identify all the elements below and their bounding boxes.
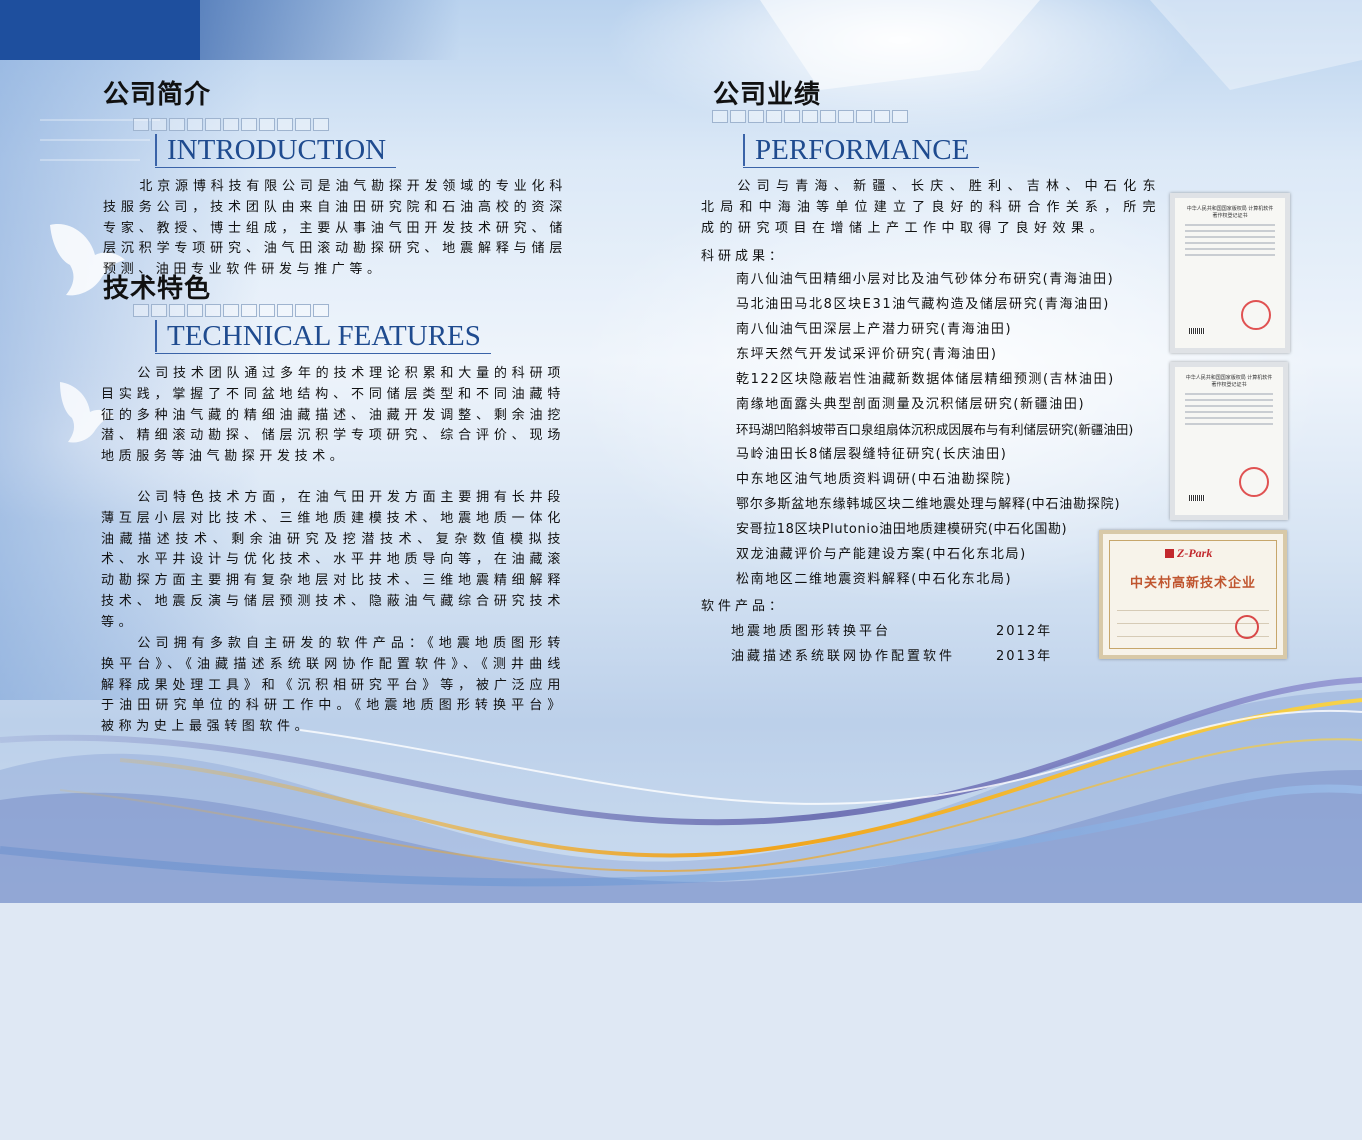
list-item: 安哥拉18区块Plutonio油田地质建模研究(中石化国勘) [736, 522, 1068, 537]
features-title-en: TECHNICAL FEATURES [155, 320, 491, 354]
list-item: 南缘地面露头典型剖面测量及沉积储层研究(新疆油田) [736, 397, 1086, 412]
decorative-boxes [133, 304, 329, 317]
list-item: 东坪天然气开发试采评价研究(青海油田) [736, 347, 998, 362]
intro-title-zh: 公司简介 [103, 80, 212, 110]
seal-icon [1241, 300, 1271, 330]
copyright-certificate: 中华人民共和国国家版权局 计算机软件著作权登记证书 [1170, 362, 1288, 520]
seal-icon [1235, 615, 1259, 639]
software-year: 2012年 [996, 624, 1053, 639]
seal-icon [1239, 467, 1269, 497]
decorative-boxes [133, 118, 329, 131]
corner-band [0, 0, 460, 60]
list-item: 松南地区二维地震资料解释(中石化东北局) [736, 572, 1013, 587]
award-title: 中关村高新技术企业 [1129, 576, 1256, 591]
software-year: 2013年 [996, 649, 1053, 664]
list-item: 鄂尔多斯盆地东缘韩城区块二维地震处理与解释(中石油勘探院) [736, 497, 1121, 512]
list-item: 环玛湖凹陷斜坡带百口泉组扇体沉积成因展布与有利储层研究(新疆油田) [736, 422, 1134, 437]
list-item: 马北油田马北8区块E31油气藏构造及储层研究(青海油田) [736, 297, 1110, 312]
results-list: 南八仙油气田精细小层对比及油气砂体分布研究(青海油田) 马北油田马北8区块E31… [736, 267, 1133, 592]
list-item: 南八仙油气田深层上产潜力研究(青海油田) [736, 322, 1013, 337]
zpark-logo: Z-Park [1165, 546, 1212, 561]
performance-title-zh: 公司业绩 [713, 80, 822, 110]
copyright-certificate: 中华人民共和国国家版权局 计算机软件著作权登记证书 [1170, 193, 1290, 353]
list-item: 马岭油田长8储层裂缝特征研究(长庆油田) [736, 447, 1008, 462]
award-certificate: Z-Park 中关村高新技术企业 [1099, 530, 1287, 659]
performance-title-en: PERFORMANCE [743, 134, 980, 168]
list-item: 双龙油藏评价与产能建设方案(中石化东北局) [736, 547, 1027, 562]
software-name: 油藏描述系统联网协作配置软件 [731, 649, 956, 664]
software-row: 油藏描述系统联网协作配置软件 2013年 [731, 645, 1050, 664]
list-item: 南八仙油气田精细小层对比及油气砂体分布研究(青海油田) [736, 272, 1115, 287]
features-paragraph-2: 公司特色技术方面，在油气田开发方面主要拥有长井段薄互层小层对比技术、三维地质建模… [101, 490, 565, 630]
results-label: 科研成果： [701, 249, 787, 264]
features-paragraph-3: 公司拥有多款自主研发的软件产品：《地震地质图形转换平台》、《油藏描述系统联网协作… [101, 636, 565, 735]
list-item: 中东地区油气地质资料调研(中石油勘探院) [736, 472, 1013, 487]
barcode-icon [1189, 495, 1205, 501]
software-name: 地震地质图形转换平台 [731, 624, 892, 639]
intro-title-en: INTRODUCTION [155, 134, 397, 168]
intro-body: 北京源博科技有限公司是油气勘探开发领域的专业化科技服务公司，技术团队由来自油田研… [103, 179, 567, 278]
software-label: 软件产品： [701, 599, 787, 614]
list-item: 乾122区块隐蔽岩性油藏新数据体储层精细预测(吉林油田) [736, 372, 1115, 387]
software-row: 地震地质图形转换平台 2012年 [731, 620, 1050, 639]
blank-bottom-area [0, 903, 1362, 1140]
certificate-title: 中华人民共和国国家版权局 计算机软件著作权登记证书 [1186, 206, 1274, 219]
features-title-zh: 技术特色 [103, 274, 212, 304]
decorative-boxes [712, 110, 908, 123]
features-paragraph-1: 公司技术团队通过多年的技术理论积累和大量的科研项目实践，掌握了不同盆地结构、不同… [101, 366, 565, 465]
barcode-icon [1189, 328, 1205, 334]
certificate-title: 中华人民共和国国家版权局 计算机软件著作权登记证书 [1185, 375, 1273, 388]
performance-body: 公司与青海、新疆、长庆、胜利、吉林、中石化东北局和中海油等单位建立了良好的科研合… [701, 179, 1161, 236]
